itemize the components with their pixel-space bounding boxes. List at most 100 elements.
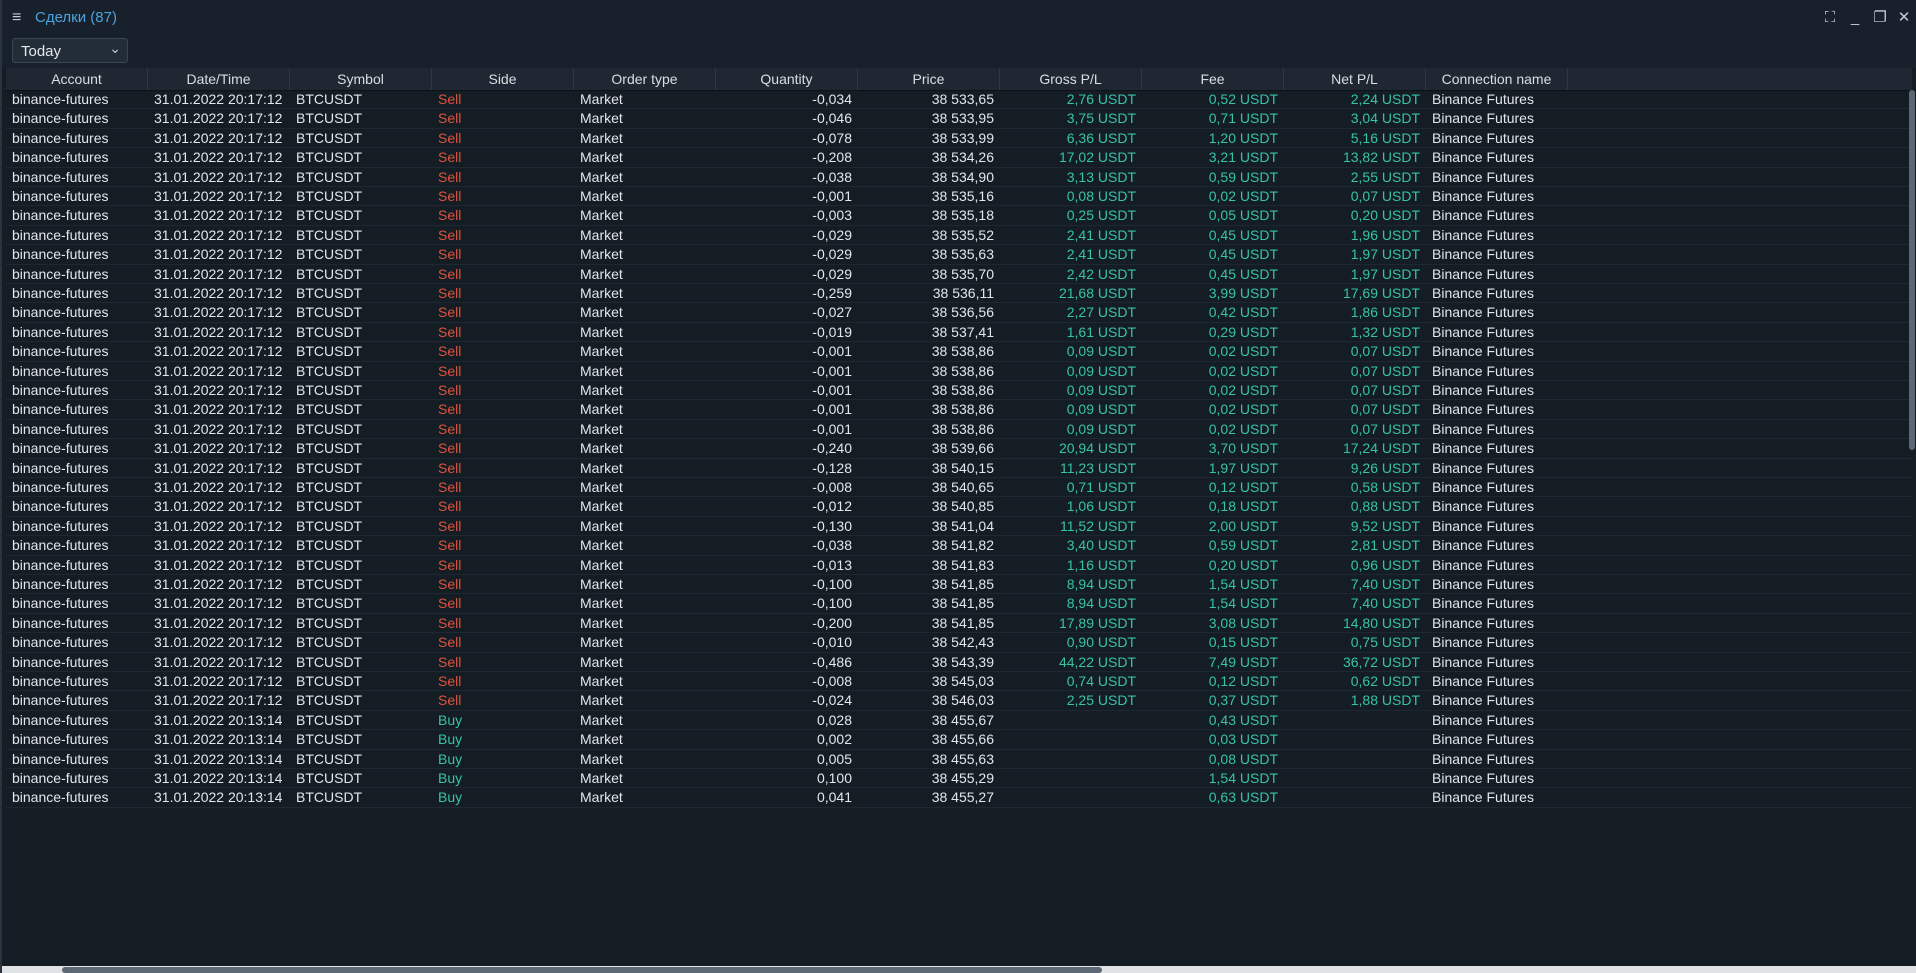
cell-symbol: BTCUSDT bbox=[296, 323, 363, 340]
table-row[interactable]: binance-futures 31.01.2022 20:17:12 BTCUSD… bbox=[6, 691, 1912, 711]
table-row[interactable]: binance-futures 31.01.2022 20:17:12 BTCUSD… bbox=[6, 536, 1912, 556]
cell-price: 38 538,86 bbox=[931, 401, 994, 418]
table-row[interactable]: binance-futures 31.01.2022 20:17:12 BTCUSD… bbox=[6, 323, 1912, 343]
column-header-price[interactable]: Price bbox=[858, 68, 1000, 90]
cell-datetime: 31.01.2022 20:13:14 bbox=[154, 789, 283, 806]
cell-datetime: 31.01.2022 20:17:12 bbox=[154, 517, 283, 534]
table-row[interactable]: binance-futures 31.01.2022 20:17:12 BTCUSD… bbox=[6, 400, 1912, 420]
cell-account: binance-futures bbox=[12, 537, 109, 554]
table-row[interactable]: binance-futures 31.01.2022 20:13:14 BTCUSD… bbox=[6, 750, 1912, 769]
table-row[interactable]: binance-futures 31.01.2022 20:17:12 BTCUSD… bbox=[6, 478, 1912, 498]
cell-quantity: 0,028 bbox=[816, 711, 852, 728]
horizontal-scrollbar-thumb[interactable] bbox=[62, 967, 1102, 973]
column-header-side[interactable]: Side bbox=[432, 68, 574, 90]
table-row[interactable]: binance-futures 31.01.2022 20:17:12 BTCUSD… bbox=[6, 148, 1912, 168]
cell-net-pl bbox=[1284, 730, 1426, 749]
table-row[interactable]: binance-futures 31.01.2022 20:17:12 BTCUSD… bbox=[6, 672, 1912, 692]
cell-side: Sell bbox=[438, 673, 462, 689]
column-header-connection[interactable]: Connection name bbox=[1426, 68, 1568, 90]
cell-quantity: -0,200 bbox=[812, 614, 852, 631]
cell-order-type: Market bbox=[580, 129, 623, 146]
table-row[interactable]: binance-futures 31.01.2022 20:17:12 BTCUSD… bbox=[6, 265, 1912, 284]
cell-account: binance-futures bbox=[12, 479, 109, 495]
expand-icon[interactable]: ⛶ bbox=[1820, 8, 1840, 28]
table-row[interactable]: binance-futures 31.01.2022 20:13:14 BTCUSD… bbox=[6, 711, 1912, 731]
period-select[interactable]: Today ⌄ bbox=[12, 38, 128, 63]
table-row[interactable]: binance-futures 31.01.2022 20:17:12 BTCUSD… bbox=[6, 284, 1912, 304]
hamburger-icon[interactable]: ≡ bbox=[12, 10, 26, 26]
cell-fee: 0,45 USDT bbox=[1208, 265, 1278, 282]
column-header-order-type[interactable]: Order type bbox=[574, 68, 716, 90]
cell-order-type: Market bbox=[580, 401, 623, 418]
table-row[interactable]: binance-futures 31.01.2022 20:17:12 BTCUSD… bbox=[6, 342, 1912, 362]
table-row[interactable]: binance-futures 31.01.2022 20:13:14 BTCUSD… bbox=[6, 769, 1912, 789]
table-row[interactable]: binance-futures 31.01.2022 20:17:12 BTCUSD… bbox=[6, 633, 1912, 653]
vertical-scrollbar-thumb[interactable] bbox=[1909, 90, 1915, 450]
table-row[interactable]: binance-futures 31.01.2022 20:13:14 BTCUSD… bbox=[6, 788, 1912, 808]
cell-fee: 0,63 USDT bbox=[1208, 789, 1278, 806]
cell-side: Sell bbox=[438, 517, 462, 534]
cell-fee: 0,45 USDT bbox=[1208, 246, 1278, 263]
table-row[interactable]: binance-futures 31.01.2022 20:17:12 BTCUSD… bbox=[6, 303, 1912, 323]
column-header-fee[interactable]: Fee bbox=[1142, 68, 1284, 90]
cell-datetime: 31.01.2022 20:17:12 bbox=[154, 91, 283, 107]
cell-symbol: BTCUSDT bbox=[296, 285, 363, 301]
table-row[interactable]: binance-futures 31.01.2022 20:17:12 BTCUSD… bbox=[6, 439, 1912, 459]
cell-account: binance-futures bbox=[12, 459, 109, 476]
column-header-symbol[interactable]: Symbol bbox=[290, 68, 432, 90]
table-row[interactable]: binance-futures 31.01.2022 20:17:12 BTCUSD… bbox=[6, 653, 1912, 672]
table-row[interactable]: binance-futures 31.01.2022 20:13:14 BTCUSD… bbox=[6, 730, 1912, 750]
cell-side: Sell bbox=[438, 556, 462, 573]
close-icon[interactable]: ✕ bbox=[1894, 8, 1914, 28]
column-header-datetime[interactable]: Date/Time bbox=[148, 68, 290, 90]
column-header-quantity[interactable]: Quantity bbox=[716, 68, 858, 90]
restore-icon[interactable]: ❐ bbox=[1870, 8, 1890, 28]
cell-net-pl: 0,58 USDT bbox=[1350, 479, 1420, 495]
cell-datetime: 31.01.2022 20:17:12 bbox=[154, 207, 283, 224]
table-row[interactable]: binance-futures 31.01.2022 20:17:12 BTCUSD… bbox=[6, 459, 1912, 478]
table-row[interactable]: binance-futures 31.01.2022 20:17:12 BTCUSD… bbox=[6, 614, 1912, 634]
column-header-account[interactable]: Account bbox=[6, 68, 148, 90]
table-row[interactable]: binance-futures 31.01.2022 20:17:12 BTCUSD… bbox=[6, 497, 1912, 517]
table-row[interactable]: binance-futures 31.01.2022 20:17:12 BTCUSD… bbox=[6, 90, 1912, 110]
cell-fee: 0,18 USDT bbox=[1208, 498, 1278, 515]
cell-order-type: Market bbox=[580, 168, 623, 185]
cell-quantity: -0,029 bbox=[812, 246, 852, 263]
cell-datetime: 31.01.2022 20:17:12 bbox=[154, 246, 283, 263]
cell-order-type: Market bbox=[580, 285, 623, 301]
table-row[interactable]: binance-futures 31.01.2022 20:17:12 BTCUSD… bbox=[6, 245, 1912, 265]
panel-title: Сделки (87) bbox=[35, 9, 117, 26]
cell-gross-pl: 2,76 USDT bbox=[1066, 91, 1136, 107]
cell-datetime: 31.01.2022 20:17:12 bbox=[154, 634, 283, 651]
table-row[interactable]: binance-futures 31.01.2022 20:17:12 BTCUSD… bbox=[6, 187, 1912, 207]
table-row[interactable]: binance-futures 31.01.2022 20:17:12 BTCUSD… bbox=[6, 206, 1912, 226]
minimize-icon[interactable]: _ bbox=[1845, 8, 1865, 28]
table-row[interactable]: binance-futures 31.01.2022 20:17:12 BTCUSD… bbox=[6, 109, 1912, 129]
cell-order-type: Market bbox=[580, 614, 623, 631]
table-row[interactable]: binance-futures 31.01.2022 20:17:12 BTCUSD… bbox=[6, 556, 1912, 575]
cell-gross-pl: 0,09 USDT bbox=[1066, 362, 1136, 379]
column-header-gross-pl[interactable]: Gross P/L bbox=[1000, 68, 1142, 90]
table-row[interactable]: binance-futures 31.01.2022 20:17:12 BTCUSD… bbox=[6, 575, 1912, 595]
cell-connection: Binance Futures bbox=[1432, 498, 1534, 515]
table-row[interactable]: binance-futures 31.01.2022 20:17:12 BTCUSD… bbox=[6, 517, 1912, 537]
table-row[interactable]: binance-futures 31.01.2022 20:17:12 BTCUSD… bbox=[6, 594, 1912, 614]
cell-connection: Binance Futures bbox=[1432, 673, 1534, 689]
table-row[interactable]: binance-futures 31.01.2022 20:17:12 BTCUSD… bbox=[6, 226, 1912, 246]
cell-net-pl: 17,24 USDT bbox=[1342, 440, 1420, 457]
cell-side: Sell bbox=[438, 479, 462, 495]
cell-account: binance-futures bbox=[12, 149, 109, 166]
cell-gross-pl: 2,41 USDT bbox=[1066, 226, 1136, 243]
table-row[interactable]: binance-futures 31.01.2022 20:17:12 BTCUSD… bbox=[6, 362, 1912, 381]
table-row[interactable]: binance-futures 31.01.2022 20:17:12 BTCUSD… bbox=[6, 381, 1912, 401]
cell-connection: Binance Futures bbox=[1432, 556, 1534, 573]
cell-connection: Binance Futures bbox=[1432, 304, 1534, 321]
column-header-net-pl[interactable]: Net P/L bbox=[1284, 68, 1426, 90]
cell-net-pl: 0,07 USDT bbox=[1350, 362, 1420, 379]
table-row[interactable]: binance-futures 31.01.2022 20:17:12 BTCUSD… bbox=[6, 168, 1912, 187]
cell-net-pl bbox=[1284, 769, 1426, 788]
cell-net-pl: 17,69 USDT bbox=[1342, 285, 1420, 301]
cell-side: Sell bbox=[438, 129, 462, 146]
table-row[interactable]: binance-futures 31.01.2022 20:17:12 BTCUSD… bbox=[6, 129, 1912, 149]
table-row[interactable]: binance-futures 31.01.2022 20:17:12 BTCUSD… bbox=[6, 420, 1912, 440]
